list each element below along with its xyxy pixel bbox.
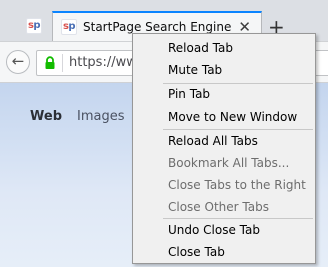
- tab-title: StartPage Search Engine: [83, 20, 232, 34]
- menu-item-mute-tab[interactable]: Mute Tab: [133, 59, 315, 81]
- menu-item-close-tabs-to-right[interactable]: Close Tabs to the Right: [133, 174, 315, 196]
- web-link[interactable]: Web: [30, 109, 62, 124]
- startpage-favicon-icon: sp: [61, 19, 77, 35]
- startpage-favicon-icon: sp: [26, 18, 42, 34]
- menu-item-pin-tab[interactable]: Pin Tab: [133, 83, 315, 105]
- tab-inactive[interactable]: sp: [14, 11, 52, 41]
- browser-window: sp sp StartPage Search Engine ✕ + ← http…: [0, 0, 328, 267]
- menu-item-close-tab[interactable]: Close Tab: [133, 241, 315, 263]
- lock-icon: [45, 56, 55, 69]
- menu-item-move-to-new-window[interactable]: Move to New Window: [133, 106, 315, 128]
- menu-item-reload-tab[interactable]: Reload Tab: [133, 37, 315, 59]
- menu-item-bookmark-all-tabs[interactable]: Bookmark All Tabs...: [133, 152, 315, 174]
- back-button[interactable]: ←: [6, 50, 30, 74]
- menu-item-close-other-tabs[interactable]: Close Other Tabs: [133, 196, 315, 218]
- images-link[interactable]: Images: [77, 109, 125, 124]
- menu-item-undo-close-tab[interactable]: Undo Close Tab: [133, 219, 315, 241]
- url-separator: [62, 54, 63, 72]
- menu-item-reload-all-tabs[interactable]: Reload All Tabs: [133, 130, 315, 152]
- url-text[interactable]: https://ww: [69, 55, 137, 70]
- back-arrow-icon: ←: [11, 52, 25, 70]
- tab-context-menu: Reload Tab Mute Tab Pin Tab Move to New …: [132, 33, 316, 264]
